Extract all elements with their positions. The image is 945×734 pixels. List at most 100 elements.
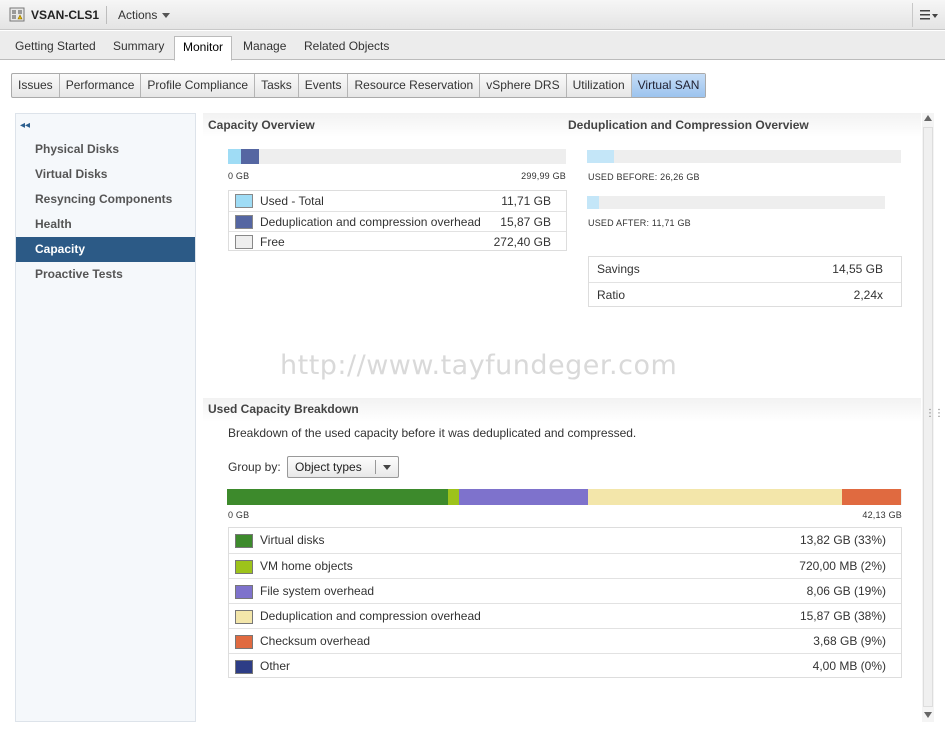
breakdown-max-label: 42,13 GB (862, 510, 902, 520)
legend-swatch (235, 235, 253, 249)
breakdown-legend-row: Other 4,00 MB (0%) (229, 653, 901, 678)
used-before-fill (587, 150, 615, 163)
breakdown-legend-row: Virtual disks 13,82 GB (33%) (229, 528, 901, 553)
breakdown-legend-row: File system overhead 8,06 GB (19%) (229, 578, 901, 603)
subtab-events[interactable]: Events (299, 74, 349, 97)
legend-value: 13,82 GB (33%) (799, 533, 886, 547)
nav-item-virtual-disks[interactable]: Virtual Disks (16, 162, 195, 187)
breakdown-bar-segment (588, 489, 842, 505)
legend-label: VM home objects (260, 559, 353, 573)
used-before-bar (587, 150, 901, 163)
legend-label: Virtual disks (260, 533, 325, 547)
breakdown-min-label: 0 GB (228, 510, 250, 520)
cluster-icon (9, 7, 25, 22)
legend-swatch (235, 610, 253, 624)
nav-item-proactive-tests[interactable]: Proactive Tests (16, 262, 195, 287)
group-by-select[interactable]: Object types (287, 456, 399, 478)
breakdown-description: Breakdown of the used capacity before it… (228, 426, 637, 440)
nav-item-physical-disks[interactable]: Physical Disks (16, 137, 195, 162)
group-by-label: Group by: (228, 460, 281, 474)
title-separator (106, 6, 107, 24)
capacity-bar-segment (228, 149, 241, 164)
breakdown-legend-row: Deduplication and compression overhead 15… (229, 603, 901, 628)
page-title: VSAN-CLS1 (31, 8, 100, 22)
capacity-bar (228, 149, 566, 164)
tab-manage[interactable]: Manage (235, 36, 294, 60)
legend-value: 720,00 MB (2%) (799, 559, 886, 573)
subtab-virtual-san[interactable]: Virtual SAN (631, 74, 706, 97)
capacity-legend-row: Free 272,40 GB (229, 231, 566, 251)
capacity-overview-title: Capacity Overview (208, 118, 315, 132)
legend-swatch (235, 215, 253, 229)
vsan-left-nav: ◂◂ Physical Disks Virtual Disks Resyncin… (15, 113, 196, 722)
legend-swatch (235, 660, 253, 674)
chevron-down-icon (383, 465, 391, 470)
summary-label: Ratio (597, 288, 626, 302)
dedup-summary-row: Ratio 2,24x (589, 282, 901, 307)
legend-label: Checksum overhead (260, 634, 371, 648)
dedup-overview-title: Deduplication and Compression Overview (568, 118, 809, 132)
legend-label: Free (260, 235, 285, 249)
actions-menu-button[interactable]: Actions (118, 8, 171, 22)
dedup-summary-table: Savings 14,55 GB Ratio 2,24x (588, 256, 902, 307)
legend-swatch (235, 560, 253, 574)
tab-related-objects[interactable]: Related Objects (296, 36, 397, 60)
legend-label: File system overhead (260, 584, 375, 598)
breakdown-bar (227, 489, 902, 505)
capacity-legend-row: Deduplication and compression overhead 1… (229, 211, 566, 231)
legend-label: Deduplication and compression overhead (260, 215, 481, 229)
collapse-nav-icon[interactable]: ◂◂ (20, 120, 30, 131)
chevron-down-icon (162, 13, 171, 19)
legend-label: Deduplication and compression overhead (260, 609, 481, 623)
legend-value: 15,87 GB (500, 215, 551, 229)
scroll-up-icon[interactable] (924, 115, 932, 121)
select-separator (375, 460, 376, 474)
legend-value: 272,40 GB (493, 235, 551, 249)
capacity-legend-row: Used - Total 11,71 GB (229, 191, 566, 211)
group-by-value: Object types (295, 460, 362, 474)
tab-getting-started[interactable]: Getting Started (7, 36, 104, 60)
nav-item-resyncing-components[interactable]: Resyncing Components (16, 187, 195, 212)
legend-value: 3,68 GB (9%) (813, 634, 886, 648)
title-bar: VSAN-CLS1 Actions (0, 0, 945, 30)
summary-value: 14,55 GB (832, 262, 883, 276)
tab-monitor[interactable]: Monitor (174, 36, 233, 61)
subtab-resource-reservation[interactable]: Resource Reservation (348, 74, 481, 97)
breakdown-bar-segment (448, 489, 459, 505)
subtab-tasks[interactable]: Tasks (255, 74, 299, 97)
nav-item-health[interactable]: Health (16, 212, 195, 237)
breakdown-legend: Virtual disks 13,82 GB (33%) VM home objec… (228, 527, 902, 678)
breakdown-legend-row: VM home objects 720,00 MB (2%) (229, 553, 901, 578)
summary-label: Savings (597, 262, 640, 276)
legend-swatch (235, 194, 253, 208)
legend-value: 11,71 GB (501, 194, 551, 208)
actions-label: Actions (118, 8, 158, 22)
used-after-bar (587, 196, 885, 209)
legend-swatch (235, 585, 253, 599)
used-after-fill (587, 196, 599, 209)
view-menu-button[interactable] (912, 3, 942, 27)
list-menu-icon (920, 10, 938, 20)
nav-item-capacity[interactable]: Capacity (16, 237, 195, 262)
breakdown-title: Used Capacity Breakdown (208, 402, 359, 416)
legend-value: 15,87 GB (38%) (799, 609, 886, 623)
summary-value: 2,24x (853, 288, 883, 302)
capacity-bar-segment (241, 149, 259, 164)
scroll-down-icon[interactable] (924, 712, 932, 718)
capacity-legend: Used - Total 11,71 GB Deduplication and … (228, 190, 567, 251)
legend-label: Used - Total (260, 194, 324, 208)
watermark-text: http://www.tayfundeger.com (280, 350, 678, 381)
tab-summary[interactable]: Summary (105, 36, 172, 60)
dedup-summary-row: Savings 14,55 GB (589, 257, 901, 282)
main-tab-bar: Getting Started Summary Monitor Manage R… (0, 31, 945, 61)
legend-swatch (235, 635, 253, 649)
capacity-max-label: 299,99 GB (521, 171, 566, 181)
used-after-label: USED AFTER: 11,71 GB (588, 218, 691, 228)
subtab-issues[interactable]: Issues (12, 74, 60, 97)
subtab-performance[interactable]: Performance (60, 74, 142, 97)
legend-value: 8,06 GB (19%) (806, 584, 886, 598)
resize-grip-icon[interactable]: ⋮⋮ (925, 408, 944, 419)
subtab-profile-compliance[interactable]: Profile Compliance (141, 74, 256, 97)
subtab-vsphere-drs[interactable]: vSphere DRS (480, 74, 567, 97)
subtab-utilization[interactable]: Utilization (567, 74, 632, 97)
